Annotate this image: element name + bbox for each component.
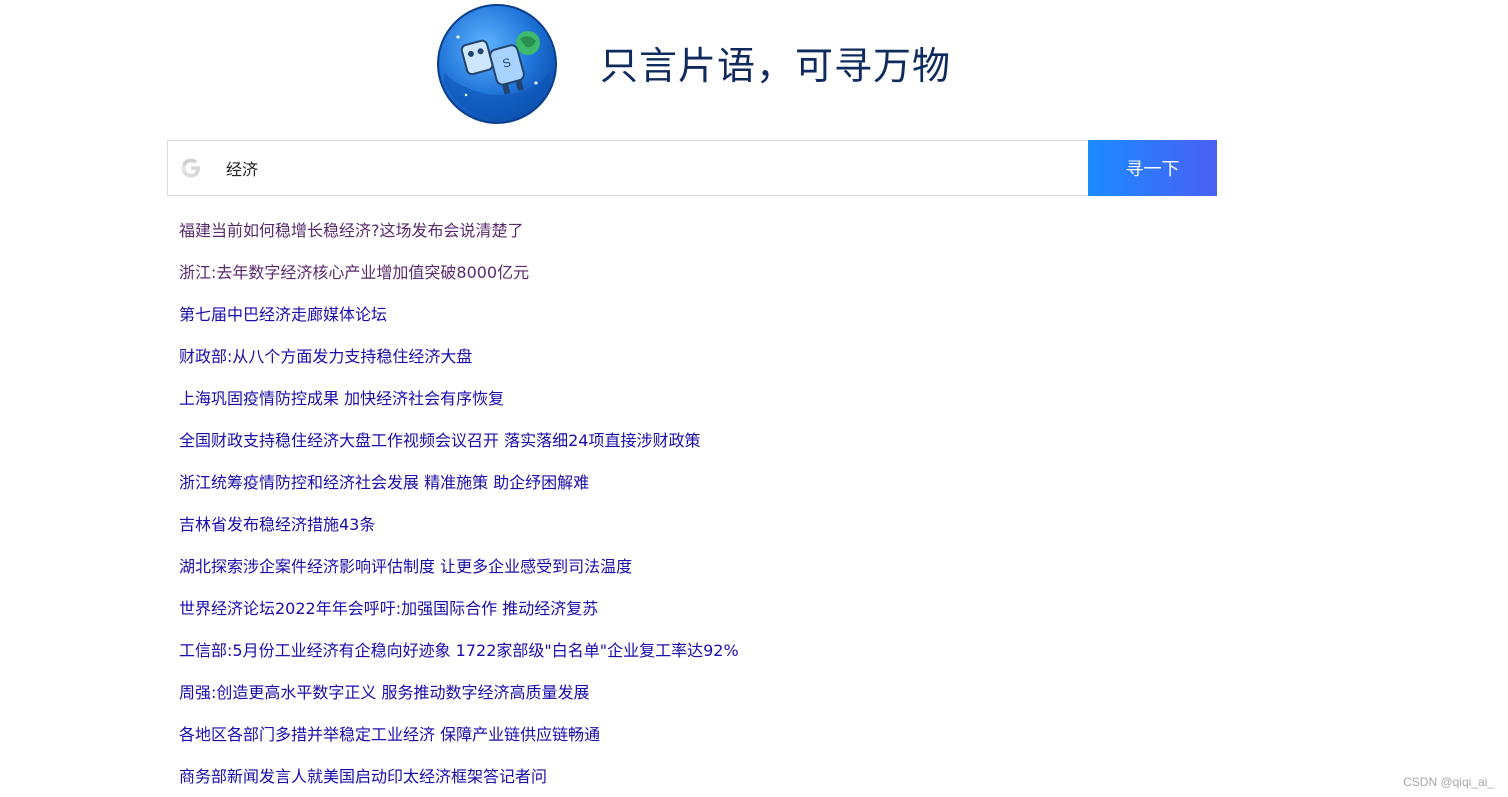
list-item: 福建当前如何稳增长稳经济?这场发布会说清楚了 — [179, 210, 739, 252]
list-item: 吉林省发布稳经济措施43条 — [179, 504, 739, 546]
search-bar: 寻一下 — [167, 140, 1217, 196]
list-item: 第七届中巴经济走廊媒体论坛 — [179, 294, 739, 336]
results-list: 福建当前如何稳增长稳经济?这场发布会说清楚了 浙江:去年数字经济核心产业增加值突… — [179, 210, 739, 797]
search-input[interactable] — [226, 158, 1026, 178]
result-link[interactable]: 世界经济论坛2022年年会呼吁:加强国际合作 推动经济复苏 — [179, 599, 598, 618]
result-link[interactable]: 湖北探索涉企案件经济影响评估制度 让更多企业感受到司法温度 — [179, 557, 632, 576]
result-link[interactable]: 商务部新闻发言人就美国启动印太经济框架答记者问 — [179, 767, 547, 786]
list-item: 浙江:去年数字经济核心产业增加值突破8000亿元 — [179, 252, 739, 294]
result-link[interactable]: 上海巩固疫情防控成果 加快经济社会有序恢复 — [179, 389, 504, 408]
list-item: 全国财政支持稳住经济大盘工作视频会议召开 落实落细24项直接涉财政策 — [179, 420, 739, 462]
result-link[interactable]: 浙江统筹疫情防控和经济社会发展 精准施策 助企纾困解难 — [179, 473, 589, 492]
watermark: CSDN @qiqi_ai_ — [1403, 775, 1494, 789]
result-link[interactable]: 工信部:5月份工业经济有企稳向好迹象 1722家部级"白名单"企业复工率达92% — [179, 641, 739, 660]
list-item: 上海巩固疫情防控成果 加快经济社会有序恢复 — [179, 378, 739, 420]
search-button[interactable]: 寻一下 — [1088, 140, 1217, 196]
page: S 只言片语，可寻万物 寻一下 福建当前如何稳增长稳经济?这场发布会说清楚了 浙… — [0, 0, 1508, 797]
header: S 只言片语，可寻万物 — [436, 2, 951, 126]
list-item: 周强:创造更高水平数字正义 服务推动数字经济高质量发展 — [179, 672, 739, 714]
logo-icon: S — [437, 4, 557, 124]
google-g-icon — [181, 158, 200, 178]
list-item: 工信部:5月份工业经济有企稳向好迹象 1722家部级"白名单"企业复工率达92% — [179, 630, 739, 672]
result-link[interactable]: 吉林省发布稳经济措施43条 — [179, 515, 375, 534]
list-item: 世界经济论坛2022年年会呼吁:加强国际合作 推动经济复苏 — [179, 588, 739, 630]
slogan: 只言片语，可寻万物 — [600, 43, 952, 88]
search-box[interactable] — [167, 140, 1088, 196]
result-link[interactable]: 各地区各部门多措并举稳定工业经济 保障产业链供应链畅通 — [179, 725, 600, 744]
result-link[interactable]: 周强:创造更高水平数字正义 服务推动数字经济高质量发展 — [179, 683, 589, 702]
list-item: 各地区各部门多措并举稳定工业经济 保障产业链供应链畅通 — [179, 714, 739, 756]
result-link[interactable]: 全国财政支持稳住经济大盘工作视频会议召开 落实落细24项直接涉财政策 — [179, 431, 700, 450]
list-item: 财政部:从八个方面发力支持稳住经济大盘 — [179, 336, 739, 378]
result-link[interactable]: 福建当前如何稳增长稳经济?这场发布会说清楚了 — [179, 221, 524, 240]
list-item: 商务部新闻发言人就美国启动印太经济框架答记者问 — [179, 756, 739, 797]
list-item: 湖北探索涉企案件经济影响评估制度 让更多企业感受到司法温度 — [179, 546, 739, 588]
result-link[interactable]: 第七届中巴经济走廊媒体论坛 — [179, 305, 387, 324]
list-item: 浙江统筹疫情防控和经济社会发展 精准施策 助企纾困解难 — [179, 462, 739, 504]
result-link[interactable]: 浙江:去年数字经济核心产业增加值突破8000亿元 — [179, 263, 529, 282]
result-link[interactable]: 财政部:从八个方面发力支持稳住经济大盘 — [179, 347, 472, 366]
